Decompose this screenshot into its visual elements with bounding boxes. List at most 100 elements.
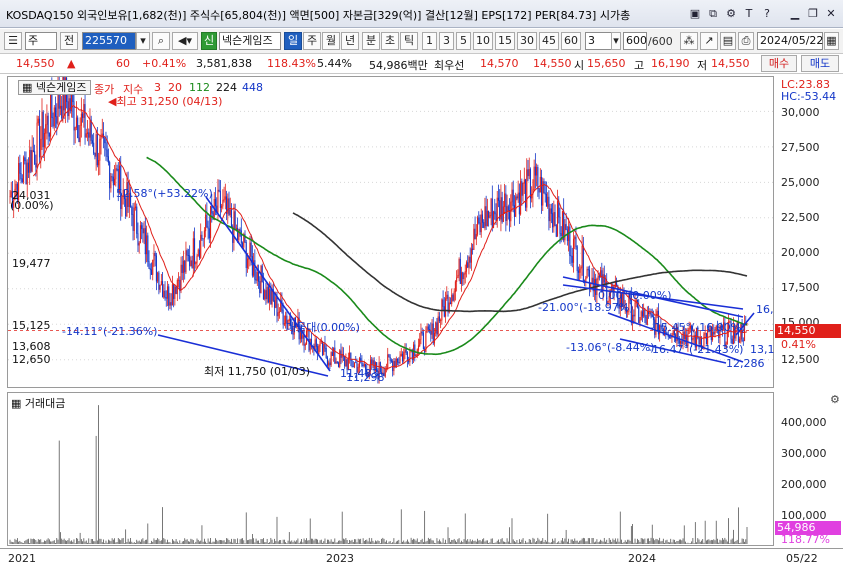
y-tick-17500: 17,500: [781, 281, 820, 294]
print-icon[interactable]: ⎙: [738, 32, 754, 50]
ma224-line: [292, 212, 748, 313]
date-label-2021: 2021: [8, 552, 36, 565]
left-price-3: 15,125: [12, 319, 51, 332]
vol-tick-400000: 400,000: [781, 416, 827, 429]
line-end-value-1: 16,: [756, 303, 774, 316]
draw-tool-icon[interactable]: ↗: [700, 32, 718, 50]
volume-pct-tag: 118.77%: [781, 533, 830, 546]
period-type-select[interactable]: 주: [25, 32, 57, 50]
save-icon[interactable]: ▤: [720, 32, 736, 50]
interval-select[interactable]: 3: [585, 32, 613, 50]
period-week-button[interactable]: 주: [303, 32, 321, 50]
vol-tick-200000: 200,000: [781, 478, 827, 491]
calendar-icon[interactable]: ▦: [824, 32, 839, 50]
trend-annotation-4: 0.00°(0.00%): [598, 289, 672, 302]
high-label: 고: [634, 59, 645, 72]
panel-menu-icon[interactable]: ▦: [22, 81, 36, 94]
volume-chart[interactable]: ▦ 거래대금: [7, 392, 774, 546]
trend-annotation-5: -13.06°(-8.44%): [566, 341, 655, 354]
best-price-label: 최우선: [434, 59, 465, 72]
price-axis: LC:23.83 HC:-53.44 30,000 27,500 25,000 …: [775, 76, 843, 388]
interval-1-button[interactable]: 1: [422, 32, 437, 50]
interval-5-button[interactable]: 5: [456, 32, 471, 50]
interval-15-button[interactable]: 15: [495, 32, 515, 50]
stock-info-title: KOSDAQ150 외국인보유[1,682(천)] 주식수[65,804(천)]…: [6, 9, 631, 22]
low-label: 저: [697, 59, 708, 72]
trend-annotation-2: -14.11°(-21.36%): [62, 325, 158, 338]
buy-button[interactable]: 매수: [761, 55, 797, 72]
interval-3-button[interactable]: 3: [439, 32, 454, 50]
period-tick-button[interactable]: 틱: [400, 32, 418, 50]
volume-panel-title: ▦ 거래대금: [11, 397, 66, 410]
count-total: /600: [648, 35, 673, 48]
window-icon[interactable]: ▣: [687, 5, 703, 21]
period-year-button[interactable]: 년: [341, 32, 359, 50]
volume-axis: ⚙ 400,000 300,000 200,000 100,000 54,986…: [775, 392, 843, 546]
current-price: 14,550: [16, 57, 55, 70]
y-tick-30000: 30,000: [781, 106, 820, 119]
volume-ratio: 118.43%: [267, 57, 316, 70]
best-ask: 14,570: [480, 57, 519, 70]
close-icon[interactable]: ✕: [823, 5, 839, 21]
period-minute-button[interactable]: 분: [362, 32, 380, 50]
trend-annotation-6: -16.47°(-21.43%): [648, 343, 744, 356]
high-annotation: ◀최고 31,250 (04/13): [108, 95, 223, 108]
stock-dropdown-icon[interactable]: ▾: [136, 32, 150, 50]
turnover-rate: 5.44%: [317, 57, 352, 70]
price-chart[interactable]: ▦ 넥슨게임즈 종가 지수 3 20 112 224 448 ◀최고 31,25…: [7, 76, 775, 388]
date-input[interactable]: 2024/05/22: [757, 32, 823, 50]
minimize-icon[interactable]: ▁: [787, 5, 803, 21]
y-tick-12500: 12,500: [781, 353, 820, 366]
left-price-5: 12,650: [12, 353, 51, 366]
count-input[interactable]: 600: [623, 32, 647, 50]
help-icon[interactable]: ?: [759, 5, 775, 21]
panel-settings-icon[interactable]: ⚙: [830, 393, 840, 406]
price-change-pct: +0.41%: [142, 57, 187, 70]
left-pct: (0.00%): [10, 199, 54, 212]
menu-icon[interactable]: ☰: [4, 32, 22, 50]
hc-label: HC:-53.44: [781, 90, 837, 103]
search-icon[interactable]: ⌕: [152, 32, 170, 50]
low-price: 14,550: [711, 57, 750, 70]
open-label: 시: [574, 59, 585, 72]
price-chart-svg: [8, 77, 773, 384]
speaker-icon[interactable]: ◀▾: [172, 32, 198, 50]
period-day-button[interactable]: 일: [284, 32, 302, 50]
settings-icon[interactable]: ⚙: [723, 5, 739, 21]
period-second-button[interactable]: 초: [381, 32, 399, 50]
restore-icon[interactable]: ❐: [805, 5, 821, 21]
interval-10-button[interactable]: 10: [473, 32, 493, 50]
high-price: 16,190: [651, 57, 690, 70]
clone-icon[interactable]: ⧉: [705, 5, 721, 21]
volume-value: 3,581,838: [196, 57, 252, 70]
interval-60-button[interactable]: 60: [561, 32, 581, 50]
prev-button[interactable]: 전: [60, 32, 78, 50]
text-size-icon[interactable]: T: [741, 5, 757, 21]
low-value-2: 11,483: [340, 367, 379, 380]
volume-chart-svg: [9, 405, 748, 544]
volume-panel: ▦ 거래대금 ⚙ 400,000 300,000 200,000 100,000…: [0, 392, 843, 548]
low-value-3: 12,286: [726, 357, 765, 370]
interval-dropdown-icon[interactable]: ▾: [611, 32, 621, 50]
indicator-icon[interactable]: ⁂: [680, 32, 698, 50]
sell-button[interactable]: 매도: [801, 55, 839, 72]
interval-45-button[interactable]: 45: [539, 32, 559, 50]
y-tick-25000: 25,000: [781, 176, 820, 189]
date-label-last: 05/22: [786, 552, 818, 565]
panel-menu-icon[interactable]: ▦: [11, 397, 25, 410]
volume-profile-annotation: 매물대(0.00%): [286, 321, 360, 334]
price-panel: ▦ 넥슨게임즈 종가 지수 3 20 112 224 448 ◀최고 31,25…: [0, 76, 843, 390]
date-axis: 2021 2023 2024 05/22: [0, 548, 843, 568]
best-bid: 14,550: [533, 57, 572, 70]
new-badge: 신: [201, 32, 217, 50]
low-annotation: 최저 11,750 (01/03): [204, 365, 311, 378]
y-tick-22500: 22,500: [781, 211, 820, 224]
period-month-button[interactable]: 월: [322, 32, 340, 50]
title-bar: KOSDAQ150 외국인보유[1,682(천)] 주식수[65,804(천)]…: [0, 0, 843, 28]
quote-strip: 14,550 ▲ 60 +0.41% 3,581,838 118.43% 5.4…: [0, 54, 843, 74]
interval-30-button[interactable]: 30: [517, 32, 537, 50]
stock-code-input[interactable]: 225570: [82, 32, 136, 50]
current-pct-tag: 0.41%: [781, 338, 816, 351]
chart-toolbar: ☰ 주 전 225570 ▾ ⌕ ◀▾ 신 넥슨게임즈 일 주 월 년 분 초 …: [0, 29, 843, 54]
stock-name-field: 넥슨게임즈: [219, 32, 281, 50]
